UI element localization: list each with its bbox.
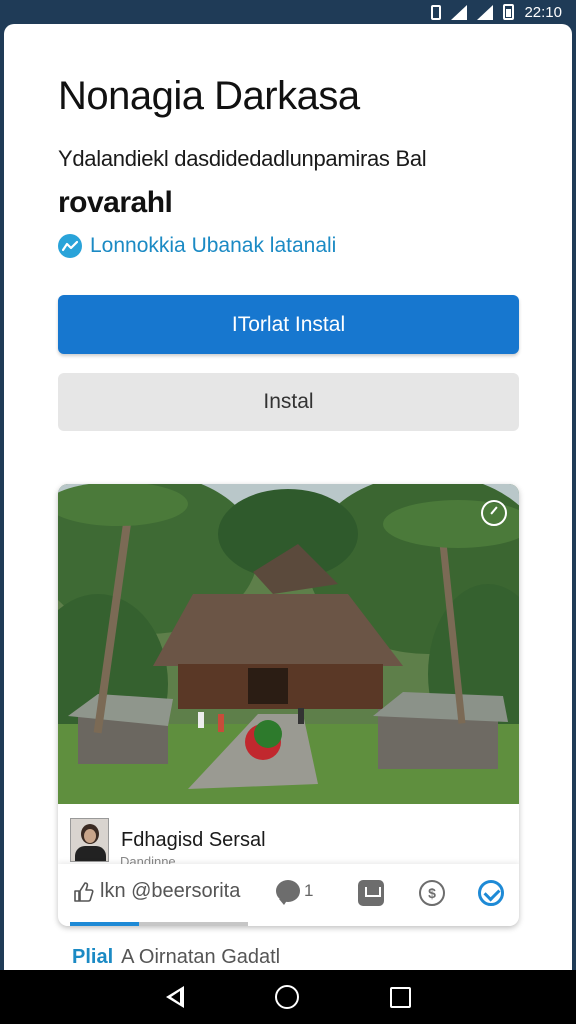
comment-icon — [276, 880, 300, 905]
author-subtitle: Dandinne — [120, 854, 176, 864]
install-button[interactable]: Instal — [58, 373, 519, 431]
money-icon[interactable]: $ — [419, 880, 445, 906]
thumbs-up-icon — [74, 881, 94, 902]
post-photo[interactable] — [58, 484, 519, 804]
battery-icon — [503, 4, 515, 20]
info-link-label: Lonnokkia Ubanak latanali — [90, 234, 337, 257]
trend-icon — [58, 234, 82, 258]
author-name[interactable]: Fdhagisd Sersal — [121, 829, 266, 852]
progress-fill — [70, 922, 140, 926]
home-icon[interactable] — [274, 985, 299, 1009]
signal-icon — [477, 4, 494, 20]
subtitle-bold: rovarahl — [58, 186, 173, 219]
recents-icon[interactable] — [389, 986, 411, 1008]
page-title: Nonagia Darkasa — [58, 74, 360, 118]
share-icon[interactable] — [358, 880, 384, 906]
subtitle: Ydalandiekl dasdidedadlunpamiras Bal — [58, 146, 427, 171]
comment-button[interactable]: 1 — [276, 880, 314, 905]
edit-badge-icon[interactable] — [481, 500, 507, 526]
footer-row: Plial A Oirnatan Gadatl — [72, 946, 280, 969]
progress-bar — [70, 922, 248, 926]
like-button[interactable]: lkn @beersorita — [72, 880, 240, 903]
post-action-bar: lkn @beersorita 1 $ — [58, 864, 519, 926]
app-card: Nonagia Darkasa Ydalandiekl dasdidedadlu… — [4, 24, 572, 970]
post-card[interactable]: Fdhagisd Sersal Dandinne lkn @beersorita… — [58, 484, 519, 926]
install-primary-button[interactable]: ITorlat Instal — [58, 295, 519, 354]
avatar[interactable] — [70, 818, 109, 862]
footer-text: A Oirnatan Gadatl — [121, 946, 281, 968]
check-icon[interactable] — [478, 880, 504, 906]
back-icon[interactable] — [165, 986, 184, 1008]
like-label: lkn @beersorita — [100, 880, 241, 902]
status-time: 22:10 — [524, 3, 562, 21]
status-bar: 22:10 — [0, 0, 576, 24]
vibrate-icon — [431, 4, 442, 20]
comment-count: 1 — [304, 881, 314, 900]
signal-icon — [451, 4, 468, 20]
info-link[interactable]: Lonnokkia Ubanak latanali — [58, 234, 336, 258]
footer-link[interactable]: Plial — [72, 946, 113, 969]
navigation-bar — [0, 970, 576, 1024]
